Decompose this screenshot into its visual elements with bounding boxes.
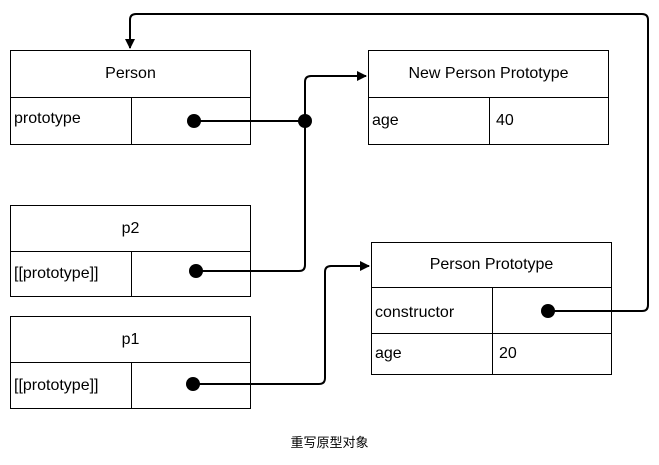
constructor-dot bbox=[541, 304, 555, 318]
person-prototype-dot bbox=[187, 114, 201, 128]
diagram-caption: 重写原型对象 bbox=[290, 436, 369, 451]
link-constructor-to-person bbox=[125, 13, 649, 312]
link-p1-to-person-prototype bbox=[193, 261, 370, 385]
link-p2-to-new-person-prototype bbox=[196, 121, 306, 272]
p1-prototype-dot bbox=[186, 377, 200, 391]
link-person-prototype-to-new-person-prototype bbox=[194, 71, 367, 122]
connector-layer bbox=[125, 13, 649, 391]
p2-prototype-dot bbox=[189, 264, 203, 278]
